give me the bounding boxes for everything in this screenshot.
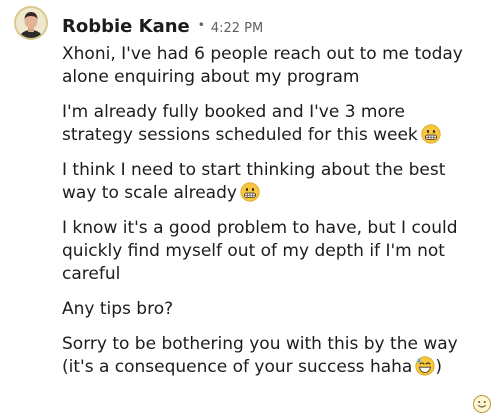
message-paragraph: Xhoni, I've had 6 people reach out to me… <box>62 43 492 89</box>
message-line: Sorry to be bothering you with this by t… <box>62 334 458 354</box>
message-paragraph: I know it's a good problem to have, but … <box>62 217 492 286</box>
message-line: I know it's a good problem to have, but … <box>62 218 458 238</box>
header-separator: • <box>197 18 205 32</box>
grimacing-face-icon <box>240 182 260 202</box>
avatar[interactable] <box>14 6 48 40</box>
message-line: strategy sessions scheduled for this wee… <box>62 124 492 147</box>
message-line: way to scale already <box>62 182 492 205</box>
message-line: quickly find myself out of my depth if I… <box>62 241 445 261</box>
grimacing-face-icon <box>421 124 441 144</box>
message-body: Xhoni, I've had 6 people reach out to me… <box>62 43 492 391</box>
message-line-text: strategy sessions scheduled for this wee… <box>62 125 418 145</box>
grinning-sweat-face-icon <box>415 356 435 376</box>
message-line-text: way to scale already <box>62 183 237 203</box>
timestamp[interactable]: 4:22 PM <box>211 21 263 36</box>
message-line-text: ) <box>435 357 442 377</box>
sender-name[interactable]: Robbie Kane <box>62 16 190 37</box>
user-avatar-icon <box>16 8 46 38</box>
message-line: I think I need to start thinking about t… <box>62 160 446 180</box>
add-reaction-icon[interactable] <box>472 394 492 414</box>
message-paragraph: I think I need to start thinking about t… <box>62 159 492 205</box>
message-line: alone enquiring about my program <box>62 67 360 87</box>
message-paragraph: I'm already fully booked and I've 3 more… <box>62 101 492 147</box>
message-header: Robbie Kane • 4:22 PM <box>62 16 263 42</box>
message-line: Any tips bro? <box>62 299 174 319</box>
message-line-text: (it's a consequence of your success haha <box>62 357 413 377</box>
message-paragraph: Any tips bro? <box>62 298 492 321</box>
message-line: careful <box>62 264 121 284</box>
message-line: I'm already fully booked and I've 3 more <box>62 102 405 122</box>
message-paragraph: Sorry to be bothering you with this by t… <box>62 333 492 379</box>
message-line: Xhoni, I've had 6 people reach out to me… <box>62 44 463 64</box>
message-line: (it's a consequence of your success haha… <box>62 356 492 379</box>
chat-message: Robbie Kane • 4:22 PM Xhoni, I've had 6 … <box>0 0 499 413</box>
